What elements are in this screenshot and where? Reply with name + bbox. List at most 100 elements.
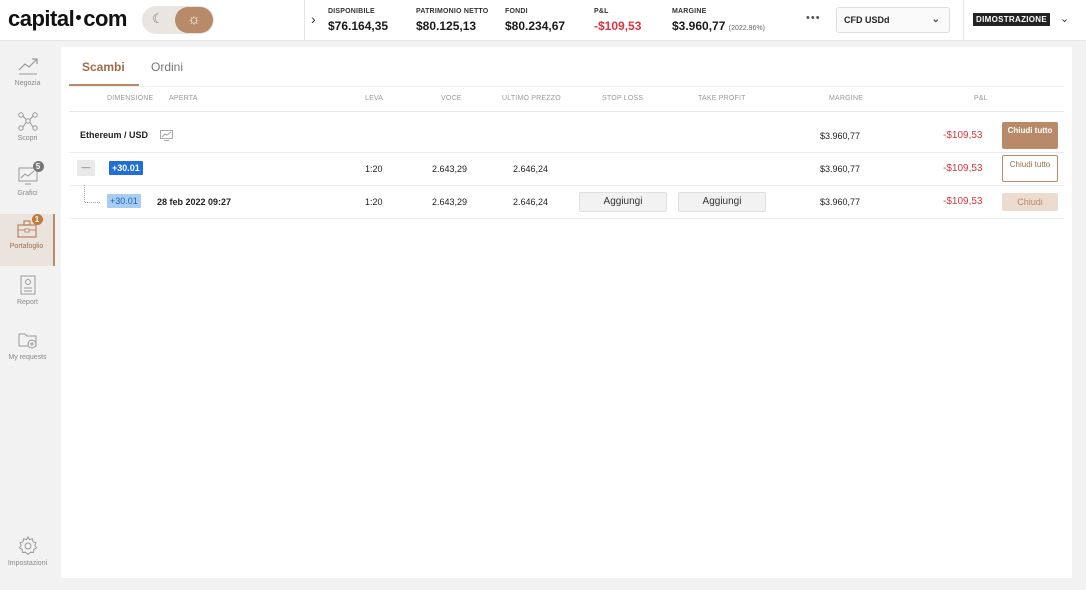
last-price: 2.646,24: [513, 197, 549, 207]
gear-icon: [17, 535, 39, 557]
divider: [69, 111, 1064, 112]
opened-date: 28 feb 2022 09:27: [157, 197, 232, 207]
close-all-button-outline[interactable]: Chiudi tutto: [1002, 155, 1058, 182]
stat-label: DISPONIBILE: [328, 8, 375, 15]
notification-badge: 5: [32, 161, 44, 172]
instrument-name[interactable]: Ethereum / USD: [80, 130, 148, 140]
chart-icon[interactable]: [160, 128, 173, 141]
column-header-margin[interactable]: MARGINE: [829, 95, 863, 102]
column-header-stop-loss[interactable]: STOP LOSS: [602, 95, 643, 102]
tab-ordini[interactable]: Ordini: [151, 60, 183, 74]
row-divider: [69, 152, 1064, 153]
divider: [304, 0, 305, 41]
logo-dot: [76, 15, 82, 21]
chart-monitor-icon: 5: [17, 161, 44, 187]
more-icon[interactable]: •••: [806, 12, 821, 24]
tree-connector: [85, 202, 100, 203]
stat-available: DISPONIBILE $76.164,35: [328, 8, 388, 33]
tab-scambi[interactable]: Scambi: [82, 60, 125, 74]
tree-connector: [84, 185, 85, 202]
column-header-last-price[interactable]: ULTIMO PREZZO: [502, 95, 561, 102]
logo-text-left: capital: [8, 6, 75, 31]
row-divider: [69, 185, 1064, 186]
moon-icon[interactable]: ☾: [152, 11, 164, 27]
theme-toggle[interactable]: ☾ ☼: [142, 6, 214, 34]
column-header-entry[interactable]: VOCE: [441, 95, 462, 102]
stat-value-percent: (2022.96%): [728, 25, 765, 32]
account-select[interactable]: CFD USDd ⌄: [836, 7, 950, 33]
column-header-pnl[interactable]: P&L: [974, 95, 988, 102]
top-bar: capital com ☾ ☼ › DISPONIBILE $76.164,35 …: [0, 0, 1086, 41]
sidebar-item-impostazioni[interactable]: Impostazioni: [0, 531, 55, 583]
entry-price: 2.643,29: [432, 197, 468, 207]
divider: [69, 86, 1064, 87]
stat-value-main: $3.960,77: [672, 19, 726, 33]
stat-equity: PATRIMONIO NETTO $80.125,13: [416, 8, 488, 33]
position-size-badge: +30.01: [109, 161, 143, 175]
stat-value: $80.234,67: [505, 19, 566, 33]
trend-icon: [17, 55, 39, 77]
leverage-value: 1:20: [365, 197, 383, 207]
column-header-take-profit[interactable]: TAKE PROFIT: [698, 95, 746, 102]
stat-value: $80.125,13: [416, 19, 477, 33]
sidebar-item-label: My requests: [8, 354, 47, 361]
stat-value: $76.164,35: [328, 19, 389, 33]
entry-price: 2.643,29: [432, 164, 468, 174]
portfolio-panel: Scambi Ordini DIMENSIONE APERTA LEVA VOC…: [61, 47, 1072, 578]
column-header-leverage[interactable]: LEVA: [365, 95, 383, 102]
pnl-value: -$109,53: [943, 163, 983, 174]
stat-pnl: P&L -$109,53: [594, 8, 641, 33]
row-divider: [69, 218, 1064, 219]
last-price: 2.646,24: [513, 164, 549, 174]
sidebar-item-portafoglio[interactable]: 1 Portafoglio: [0, 214, 55, 266]
sidebar-item-label: Scopri: [17, 135, 38, 142]
sun-icon[interactable]: ☼: [175, 7, 213, 33]
collapse-button[interactable]: —: [77, 160, 95, 176]
sidebar-item-negozia[interactable]: Negozia: [0, 51, 55, 103]
leverage-value: 1:20: [365, 164, 383, 174]
report-icon: [17, 274, 39, 296]
sidebar-item-report[interactable]: Report: [0, 270, 55, 322]
stat-label: P&L: [594, 8, 609, 15]
stat-funds: FONDI $80.234,67: [505, 8, 565, 33]
account-select-value: CFD USDd: [844, 15, 890, 25]
network-icon: [17, 110, 39, 132]
close-position-button[interactable]: Chiudi: [1002, 193, 1058, 211]
sidebar-item-label: Negozia: [14, 80, 41, 87]
stat-label: PATRIMONIO NETTO: [416, 8, 489, 15]
capital-com-logo[interactable]: capital com: [8, 6, 127, 32]
sidebar-item-label: Impostazioni: [7, 560, 48, 567]
chevron-down-icon[interactable]: ⌄: [1060, 12, 1069, 25]
stat-label: FONDI: [505, 8, 528, 15]
divider: [963, 0, 964, 41]
briefcase-icon: 1: [16, 214, 43, 240]
stat-margin: MARGINE $3.960,77 (2022.96%): [672, 8, 765, 33]
sidebar-item-scopri[interactable]: Scopri: [0, 106, 55, 158]
column-header-size[interactable]: DIMENSIONE: [107, 95, 153, 102]
chevron-right-icon[interactable]: ›: [311, 11, 316, 27]
sidebar-item-grafici[interactable]: 5 Grafici: [0, 161, 55, 213]
folder-add-icon: [17, 329, 39, 351]
sidebar-item-label: Report: [16, 299, 38, 306]
close-all-button[interactable]: Chiudi tutto: [1002, 122, 1058, 149]
stat-label: MARGINE: [672, 8, 707, 15]
sidebar-item-my-requests[interactable]: My requests: [0, 325, 55, 377]
column-header-opened[interactable]: APERTA: [169, 95, 198, 102]
sidebar-item-label: Portafoglio: [9, 243, 44, 250]
add-stop-loss-button[interactable]: Aggiungi: [579, 192, 667, 212]
sidebar-item-label: Grafici: [17, 190, 38, 197]
margin-value: $3.960,77: [820, 197, 861, 207]
add-take-profit-button[interactable]: Aggiungi: [678, 192, 766, 212]
logo-text-right: com: [83, 6, 127, 31]
chevron-down-icon: ⌄: [931, 14, 940, 25]
position-size-badge: +30.01: [107, 194, 141, 208]
stat-value: -$109,53: [594, 19, 642, 33]
notification-badge: 1: [31, 214, 43, 225]
group-pnl: -$109,53: [943, 130, 983, 141]
pnl-value: -$109,53: [943, 196, 983, 207]
margin-value: $3.960,77: [820, 164, 861, 174]
sidebar: Negozia Scopri 5 Grafici 1 Portafoglio R…: [0, 41, 55, 590]
group-margin: $3.960,77: [820, 131, 861, 141]
demo-mode-badge[interactable]: DIMOSTRAZIONE: [973, 13, 1051, 26]
stat-value: $3.960,77 (2022.96%): [672, 19, 765, 33]
